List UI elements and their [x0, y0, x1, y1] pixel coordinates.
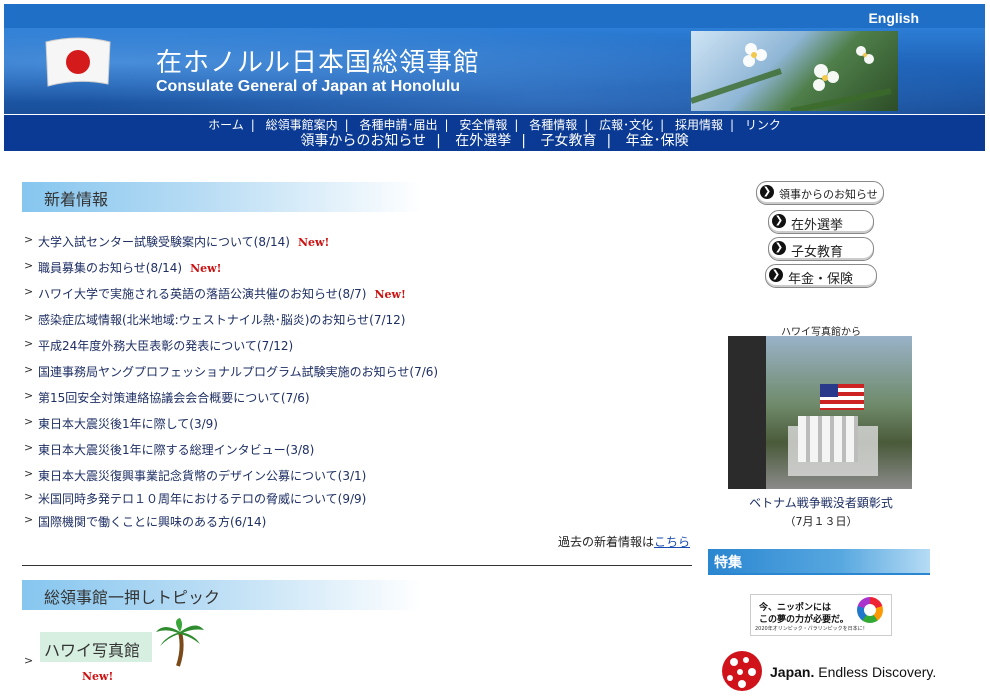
nav-overseas-voting[interactable]: 在外選挙 — [455, 133, 511, 149]
japan-endless-discovery-banner[interactable]: Japan. Endless Discovery. — [712, 648, 938, 694]
top-bar: English — [4, 4, 985, 28]
news-item: > 国連事務局ヤングプロフェッショナルプログラム試験実施のお知らせ(7/6) — [24, 360, 724, 386]
news-item: > 米国同時多発テロ１０周年におけるテロの脅威について(9/9) — [24, 487, 724, 510]
palm-tree-icon — [156, 618, 204, 667]
news-link[interactable]: 平成24年度外務大臣表彰の発表について(7/12) — [38, 337, 293, 354]
bullet-icon: > — [24, 415, 34, 428]
news-link[interactable]: 東日本大震災後1年に際して(3/9) — [38, 415, 218, 432]
news-item: > 東日本大震災復興事業記念貨幣のデザイン公募について(3/1) — [24, 464, 724, 487]
news-heading-text: 新着情報 — [44, 190, 109, 209]
sidebar-btn-label: 領事からのお知らせ — [779, 188, 878, 201]
tokyo-2020-logo-icon — [857, 597, 883, 623]
nav-consul-notice[interactable]: 領事からのお知らせ — [300, 133, 426, 149]
olympic-banner-line3: 2020年オリンピック・パラリンピックを日本に！ — [755, 626, 868, 632]
news-link[interactable]: ハワイ大学で実施される英語の落語公演共催のお知らせ(8/7) New! — [38, 285, 406, 302]
new-badge: New! — [190, 262, 222, 275]
nav-row-secondary: 領事からのお知らせ | 在外選挙 | 子女教育 | 年金･保険 — [300, 133, 689, 149]
site-title-en[interactable]: Consulate General of Japan at Honolulu — [156, 78, 460, 96]
bullet-icon: > — [24, 389, 34, 402]
bullet-icon: > — [24, 259, 34, 272]
japan-flag-icon — [45, 37, 111, 87]
past-news: 過去の新着情報はこちら — [558, 533, 690, 550]
bullet-icon: > — [24, 337, 34, 350]
sidebar-btn-label: 在外選挙 — [791, 218, 844, 233]
sidebar-btn-consul-notice[interactable]: ❯ 領事からのお知らせ — [756, 181, 884, 205]
bullet-icon: > — [24, 363, 34, 376]
section-divider — [22, 565, 692, 566]
new-badge: New! — [297, 236, 330, 249]
olympic-bid-banner[interactable]: 今、ニッポンには この夢の力が必要だ。 2020年オリンピック・パラリンピックを… — [750, 594, 892, 636]
past-news-prefix: 過去の新着情報は — [558, 535, 655, 549]
bullet-icon: > — [24, 490, 34, 503]
news-list: > 大学入試センター試験受験案内について(8/14) New! > 職員募集のお知らせ… — [24, 230, 724, 533]
sidebar-btn-label: 子女教育 — [791, 245, 844, 260]
sidebar-btn-overseas-voting[interactable]: ❯ 在外選挙 — [768, 210, 874, 234]
bullet-icon: > — [24, 441, 34, 454]
japan-brand-text: Japan. Endless Discovery. — [770, 664, 937, 680]
news-item: > ハワイ大学で実施される英語の落語公演共催のお知らせ(8/7) New! — [24, 282, 724, 308]
news-link[interactable]: 東日本大震災復興事業記念貨幣のデザイン公募について(3/1) — [38, 467, 366, 484]
news-item: > 感染症広域情報(北米地域:ウェストナイル熱･脳炎)のお知らせ(7/12) — [24, 308, 724, 334]
hawaii-photo-gallery-link[interactable]: ハワイ写真館 — [40, 632, 152, 662]
sidebar-btn-label: 年金・保険 — [788, 272, 854, 287]
news-link[interactable]: 感染症広域情報(北米地域:ウェストナイル熱･脳炎)のお知らせ(7/12) — [38, 311, 405, 328]
topic-new-badge: New! — [82, 670, 114, 683]
chevron-right-icon: ❯ — [760, 185, 774, 199]
english-link[interactable]: English — [868, 10, 919, 26]
topics-heading-text: 総領事館一押しトピック — [44, 588, 221, 607]
nav-pension[interactable]: 年金･保険 — [626, 133, 689, 149]
main-nav: ホーム | 総領事館案内 | 各種申請･届出 | 安全情報 | 各種情報 | 広報･文化 |… — [4, 114, 985, 151]
news-link[interactable]: 第15回安全対策連絡協議会会合概要について(7/6) — [38, 389, 310, 406]
bullet-icon: > — [24, 467, 34, 480]
bullet-icon: > — [24, 285, 34, 298]
news-item: > 平成24年度外務大臣表彰の発表について(7/12) — [24, 334, 724, 360]
news-link[interactable]: 東日本大震災後1年に際する総理インタビュー(3/8) — [38, 441, 314, 458]
bullet-icon: > — [24, 513, 34, 526]
bullet-icon: > — [24, 311, 34, 324]
nav-education[interactable]: 子女教育 — [540, 133, 596, 149]
special-heading-text: 特集 — [714, 555, 742, 571]
news-item: > 大学入試センター試験受験案内について(8/14) New! — [24, 230, 724, 256]
past-news-link[interactable]: こちら — [654, 535, 690, 549]
us-flag-icon — [820, 384, 864, 410]
olympic-banner-line2: この夢の力が必要だ。 — [759, 615, 849, 625]
bullet-icon: > — [24, 233, 34, 246]
topics-heading: 総領事館一押しトピック — [22, 580, 422, 610]
news-item: > 東日本大震災後1年に際して(3/9) — [24, 412, 724, 438]
hawaii-photo-gallery-label: ハワイ写真館 — [44, 641, 141, 660]
sakura-flower-icon — [722, 651, 762, 691]
sidebar-btn-pension[interactable]: ❯ 年金・保険 — [765, 264, 877, 288]
chevron-right-icon: ❯ — [772, 214, 786, 228]
news-heading: 新着情報 — [22, 182, 422, 212]
news-link[interactable]: 米国同時多発テロ１０周年におけるテロの脅威について(9/9) — [38, 490, 366, 507]
sidebar-btn-education[interactable]: ❯ 子女教育 — [768, 237, 874, 261]
news-link[interactable]: 国連事務局ヤングプロフェッショナルプログラム試験実施のお知らせ(7/6) — [38, 363, 438, 380]
special-heading: 特集 — [708, 549, 930, 573]
news-item: > 第15回安全対策連絡協議会会合概要について(7/6) — [24, 386, 724, 412]
news-item: > 東日本大震災後1年に際する総理インタビュー(3/8) — [24, 438, 724, 464]
news-link[interactable]: 大学入試センター試験受験案内について(8/14) New! — [38, 233, 329, 250]
plumeria-photo — [690, 31, 898, 114]
photo-date: （7月１３日） — [784, 515, 858, 528]
chevron-right-icon: ❯ — [769, 268, 783, 282]
news-item: > 国際機関で働くことに興味のある方(6/14) — [24, 510, 724, 533]
chevron-right-icon: ❯ — [772, 241, 786, 255]
bullet-icon: > — [24, 654, 34, 667]
new-badge: New! — [374, 288, 406, 301]
header-banner: 在ホノルル日本国総領事館 Consulate General of Japan … — [4, 28, 985, 114]
memorial-ceremony-photo[interactable] — [728, 336, 912, 489]
special-heading-underline — [708, 573, 930, 575]
news-item: > 職員募集のお知らせ(8/14) New! — [24, 256, 724, 282]
news-link[interactable]: 職員募集のお知らせ(8/14) New! — [38, 259, 221, 276]
news-link[interactable]: 国際機関で働くことに興味のある方(6/14) — [38, 513, 266, 530]
site-title-jp[interactable]: 在ホノルル日本国総領事館 — [156, 42, 480, 79]
photo-title-link[interactable]: ベトナム戦争戦没者顕彰式 — [728, 494, 914, 511]
